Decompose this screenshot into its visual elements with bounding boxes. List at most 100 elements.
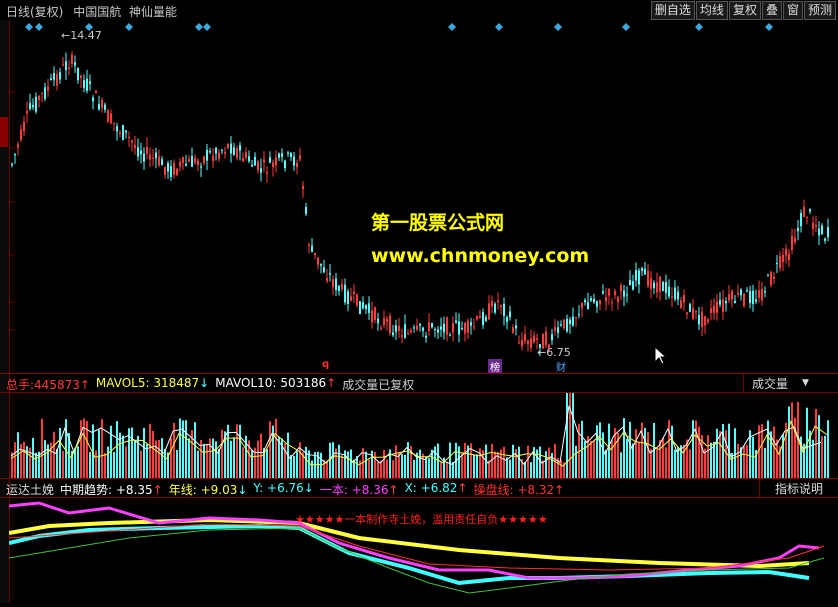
candle-body [563,319,565,329]
candle-body [119,132,121,134]
volume-bar [35,452,37,478]
signal-diamond-icon [622,23,630,31]
candle-body [269,157,271,163]
signal-diamond-icon [695,23,703,31]
candle-body [707,319,709,323]
candle-body [284,160,286,168]
adjust-price-button[interactable]: 复权 [728,1,761,20]
volume-dropdown[interactable]: 成交量 ▼ [743,374,838,392]
volume-bar [23,441,25,478]
candle-body [317,257,319,265]
candle-body [95,90,97,94]
signal-diamond-icon [495,23,503,31]
price-chart-panel[interactable] [9,20,838,373]
window-button[interactable]: 窗 [782,1,803,20]
volume-bar [269,421,271,478]
volume-bar [503,446,505,478]
candle-body [713,305,715,313]
volume-bar [395,445,397,478]
candle-body [611,302,613,304]
candle-body [425,335,427,338]
volume-bar [788,406,790,478]
candle-body [266,171,268,174]
candlestick-chart[interactable] [9,20,838,373]
volume-bar [140,450,142,478]
candle-body [308,244,310,247]
candle-body [134,144,136,148]
candle-body [416,325,418,330]
marker-bang[interactable]: 榜 [488,359,502,374]
candle-body [365,305,367,310]
candle-body [818,228,820,236]
volume-chart-panel[interactable] [9,393,838,478]
candle-body [722,299,724,313]
marker-q[interactable]: q [320,359,331,370]
period-label[interactable]: 日线(复权) [6,5,63,19]
indicator-help-button[interactable]: 指标说明 [759,479,838,497]
candle-body [593,298,595,303]
forecast-button[interactable]: 预测 [803,1,836,20]
candle-body [221,150,223,152]
volume-bar [125,446,127,478]
candle-body [110,113,112,124]
candle-body [524,334,526,342]
candle-body [323,267,325,273]
candle-body [692,308,694,319]
candle-body [137,147,139,157]
candle-body [500,305,502,308]
candle-body [149,154,151,160]
candle-body [569,319,571,325]
candle-body [554,326,556,332]
candle-body [257,161,259,171]
volume-bar [827,420,829,478]
candle-body [374,307,376,320]
candle-body [104,104,106,110]
volume-bar [293,455,295,478]
candle-body [665,282,667,293]
moving-average-button[interactable]: 均线 [695,1,728,20]
indicator-item-0: 中期趋势: +8.35↑ [60,483,163,497]
candle-body [461,328,463,330]
volume-bars[interactable] [9,393,838,478]
volume-bar [230,440,232,478]
signal-diamond-icon [35,23,43,31]
volume-bar [734,428,736,478]
low-price-label: ←6.75 [537,346,571,359]
volume-bar [107,446,109,478]
volume-bar [95,450,97,478]
volume-bar [791,402,793,478]
candle-body [434,329,436,331]
candle-body [590,298,592,301]
candle-body [662,281,664,292]
candle-body [728,294,730,301]
volume-bar [77,446,79,478]
volume-bar [305,446,307,478]
candle-body [512,327,514,333]
candle-body [23,121,25,132]
indicator-item-2: Y: +6.76↓ [253,481,314,495]
volume-bar [266,448,268,478]
candle-body [674,287,676,300]
volume-stats: 总手:445873↑ MAVOL5: 318487↓ MAVOL10: 5031… [6,376,414,393]
candle-body [407,332,409,334]
candle-body [209,150,211,153]
candle-body [491,301,493,307]
candle-body [770,271,772,286]
volume-bar [311,460,313,478]
candle-body [146,147,148,154]
marker-cai[interactable]: 财 [554,359,568,374]
volume-bar [104,452,106,478]
candle-body [350,296,352,301]
signal-diamond-icon [554,23,562,31]
overlay-button[interactable]: 叠 [761,1,782,20]
volume-bar [590,440,592,478]
candle-body [809,209,811,212]
volume-bar [338,444,340,478]
candle-body [794,237,796,243]
candle-body [140,150,142,155]
candle-body [560,324,562,326]
delete-watchlist-button[interactable]: 删自选 [650,1,695,20]
volume-bar [476,454,478,478]
candle-body [827,227,829,237]
candle-body [44,87,46,99]
